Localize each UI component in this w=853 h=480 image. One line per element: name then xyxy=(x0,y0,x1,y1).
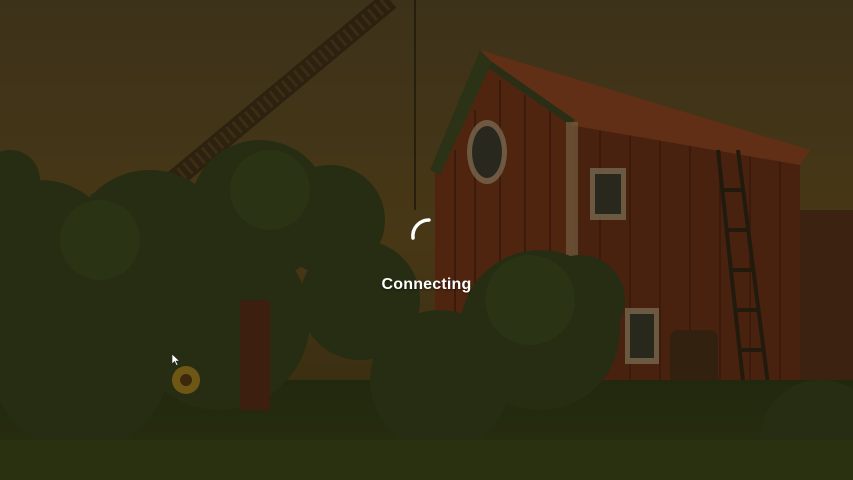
tree-trunk xyxy=(240,300,270,410)
loading-spinner-icon xyxy=(407,212,447,252)
sunflower xyxy=(172,366,200,394)
game-viewport: Connecting xyxy=(0,0,853,480)
grass xyxy=(0,440,853,480)
loading-status-text: Connecting xyxy=(381,276,472,293)
loading-panel: Connecting xyxy=(0,212,853,294)
mouse-pointer-icon xyxy=(172,354,180,366)
